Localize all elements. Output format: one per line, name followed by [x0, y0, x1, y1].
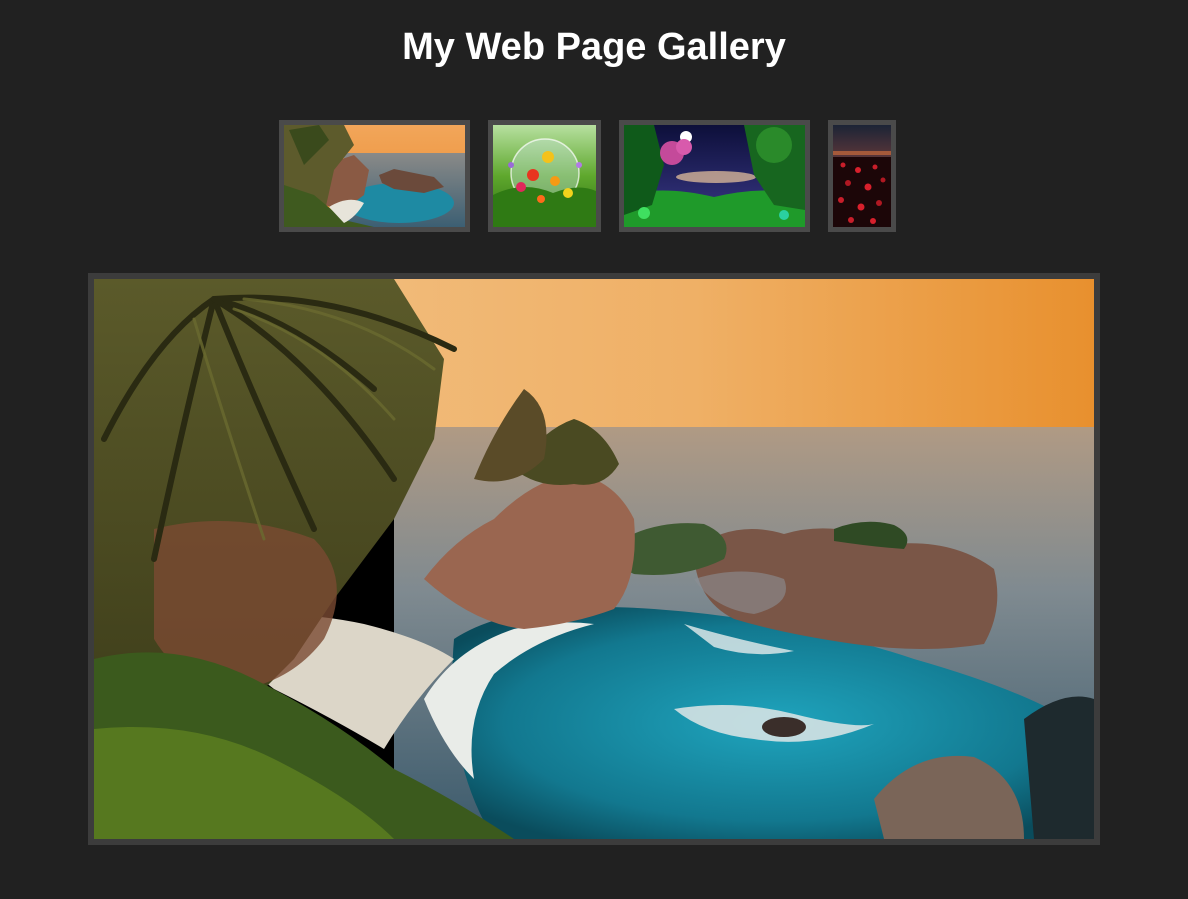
thumbnail-coastal-cove[interactable] — [279, 120, 470, 232]
poppy-field-thumbnail-image — [833, 125, 891, 227]
coastal-cove-thumbnail-image — [284, 125, 465, 227]
page-title: My Web Page Gallery — [402, 26, 786, 68]
thumbnail-flower-bubble[interactable] — [488, 120, 601, 232]
thumbnail-poppy-field[interactable] — [828, 120, 896, 232]
featured-image-frame — [88, 273, 1100, 845]
featured-coastal-cove-image — [94, 279, 1094, 839]
thumbnail-night-forest[interactable] — [619, 120, 810, 232]
night-forest-thumbnail-image — [624, 125, 805, 227]
flower-bubble-thumbnail-image — [493, 125, 596, 227]
